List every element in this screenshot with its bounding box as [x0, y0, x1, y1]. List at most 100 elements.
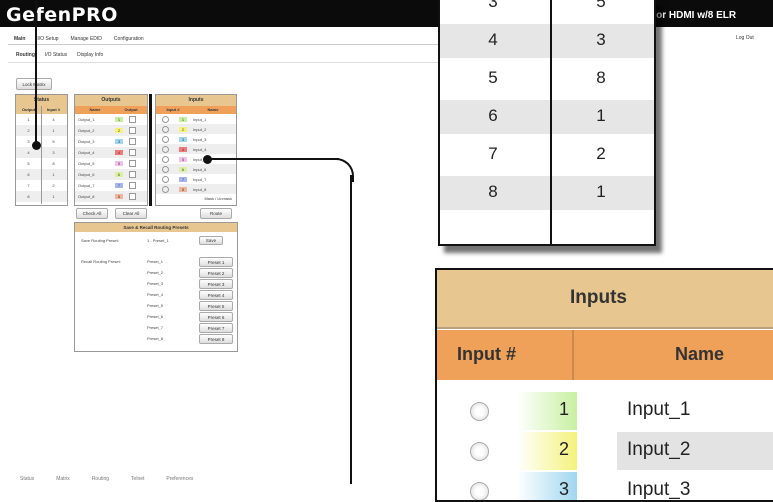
status-table: Status Output Input # 1421354358617281: [15, 94, 68, 206]
status-zoom-row: 61: [440, 100, 654, 134]
inputs-zoom-col-num: Input #: [457, 344, 516, 364]
output-row: Output_2 2: [75, 125, 147, 136]
tab-display-info[interactable]: Display Info: [77, 52, 103, 58]
output-checkbox[interactable]: [129, 193, 136, 200]
status-output-cell: 7: [27, 183, 30, 188]
output-number-cell: 6: [115, 172, 123, 177]
output-checkbox[interactable]: [129, 182, 136, 189]
input-number-cell: 6: [179, 166, 187, 172]
inputs-zoom-number: 3: [517, 472, 577, 500]
output-checkbox[interactable]: [129, 116, 136, 123]
save-preset-label: Save Routing Preset:: [81, 238, 119, 243]
preset-name: Preset_2: [147, 270, 164, 275]
input-radio[interactable]: [470, 482, 489, 500]
inputs-zoom-name: Input_2: [617, 432, 773, 470]
inputs-zoom-title-bar: Inputs: [437, 270, 773, 329]
input-number-cell: 5: [179, 156, 187, 162]
nav-manage-edid[interactable]: Manage EDID: [71, 36, 102, 42]
lock-matrix-button[interactable]: Lock Matrix: [16, 78, 52, 90]
output-checkbox[interactable]: [129, 149, 136, 156]
input-radio[interactable]: [162, 185, 169, 193]
input-radio[interactable]: [162, 165, 169, 173]
output-row: Output_4 4: [75, 147, 147, 158]
input-radio[interactable]: [162, 145, 169, 153]
input-radio[interactable]: [162, 125, 169, 133]
inputs-connector-h: [207, 158, 339, 160]
logout-link[interactable]: Log Out: [736, 35, 754, 41]
input-radio[interactable]: [470, 442, 489, 461]
footer-link[interactable]: Matrix: [56, 476, 70, 482]
input-number-cell: 1: [179, 116, 187, 122]
output-number-cell: 5: [115, 161, 123, 166]
logo-suffix: PRO: [71, 4, 118, 26]
recall-preset-label: Recall Routing Preset:: [81, 259, 121, 264]
preset-recall-button[interactable]: Preset 3: [199, 279, 233, 289]
footer-link[interactable]: Telnet: [131, 476, 144, 482]
output-checkbox[interactable]: [129, 127, 136, 134]
route-button[interactable]: Route: [200, 208, 232, 219]
input-number-cell: 4: [179, 146, 187, 152]
output-name-cell: Output_3: [78, 139, 95, 144]
nav-io-setup[interactable]: I/O Setup: [37, 36, 58, 42]
save-preset-button[interactable]: Save: [199, 236, 223, 245]
input-radio[interactable]: [470, 402, 489, 421]
status-col-output: Output: [21, 107, 36, 112]
mask-unmask-label[interactable]: Mask / Unmask: [156, 194, 236, 203]
nav-divider: [8, 44, 438, 45]
presets-title: Save & Recall Routing Presets: [75, 223, 237, 232]
presets-panel: Save & Recall Routing Presets Save Routi…: [74, 222, 238, 352]
footer-link[interactable]: Routing: [92, 476, 109, 482]
output-row: Output_7 7: [75, 180, 147, 191]
status-input-cell: 1: [52, 172, 55, 177]
output-row: Output_6 6: [75, 169, 147, 180]
tab-routing[interactable]: Routing: [16, 52, 35, 58]
status-input-cell: 2: [52, 183, 55, 188]
output-checkbox[interactable]: [129, 171, 136, 178]
status-zoom-output: 6: [488, 106, 498, 125]
preset-recall-button[interactable]: Preset 7: [199, 323, 233, 333]
inputs-zoom-row: 1 Input_1: [437, 392, 773, 430]
main-nav: Main I/O Setup Manage EDID Configuration: [14, 36, 144, 42]
status-input-cell: 8: [52, 161, 55, 166]
preset-recall-button[interactable]: Preset 4: [199, 290, 233, 300]
check-all-button[interactable]: Check All: [76, 208, 108, 219]
nav-main[interactable]: Main: [14, 36, 25, 42]
status-zoom-output: 4: [488, 30, 498, 49]
product-title: For HDMI w/8 ELR: [650, 10, 737, 21]
input-radio[interactable]: [162, 155, 169, 163]
inputs-zoom-title: Inputs: [570, 287, 627, 308]
status-zoom-input: 1: [596, 182, 606, 201]
preset-recall-button[interactable]: Preset 8: [199, 334, 233, 344]
preset-recall-button[interactable]: Preset 2: [199, 268, 233, 278]
status-zoom-input: 1: [596, 106, 606, 125]
save-preset-select[interactable]: 1 - Preset_1: [147, 238, 169, 243]
input-name-cell: Input_3: [193, 136, 207, 142]
preset-name: Preset_3: [147, 281, 164, 286]
output-number-cell: 1: [115, 117, 123, 122]
input-radio[interactable]: [162, 175, 169, 183]
inputs-zoom-name: Input_1: [627, 399, 691, 420]
input-name-cell: Input_4: [193, 146, 207, 152]
output-checkbox[interactable]: [129, 160, 136, 167]
output-checkbox[interactable]: [129, 138, 136, 145]
output-number-cell: 8: [115, 194, 123, 199]
input-radio[interactable]: [162, 135, 169, 143]
outputs-title: Outputs: [75, 95, 147, 106]
gefen-logo: GefenPRO: [6, 4, 118, 26]
footer-link[interactable]: Status: [20, 476, 34, 482]
input-row: 2 Input_2: [156, 124, 236, 134]
status-zoom-output: 8: [488, 182, 498, 201]
preset-recall-button[interactable]: Preset 6: [199, 312, 233, 322]
input-number-cell: 3: [179, 136, 187, 142]
preset-name: Preset_6: [147, 314, 164, 319]
preset-recall-button[interactable]: Preset 5: [199, 301, 233, 311]
status-zoom-row: 43: [440, 24, 654, 58]
subnav-divider: [8, 62, 438, 63]
clear-all-button[interactable]: Clear All: [115, 208, 147, 219]
status-zoom-input: 3: [596, 30, 606, 49]
preset-recall-button[interactable]: Preset 1: [199, 257, 233, 267]
tab-io-status[interactable]: I/O Status: [45, 52, 67, 58]
footer-link[interactable]: Preferences: [166, 476, 193, 482]
input-radio[interactable]: [162, 115, 169, 123]
nav-configuration[interactable]: Configuration: [114, 36, 144, 42]
